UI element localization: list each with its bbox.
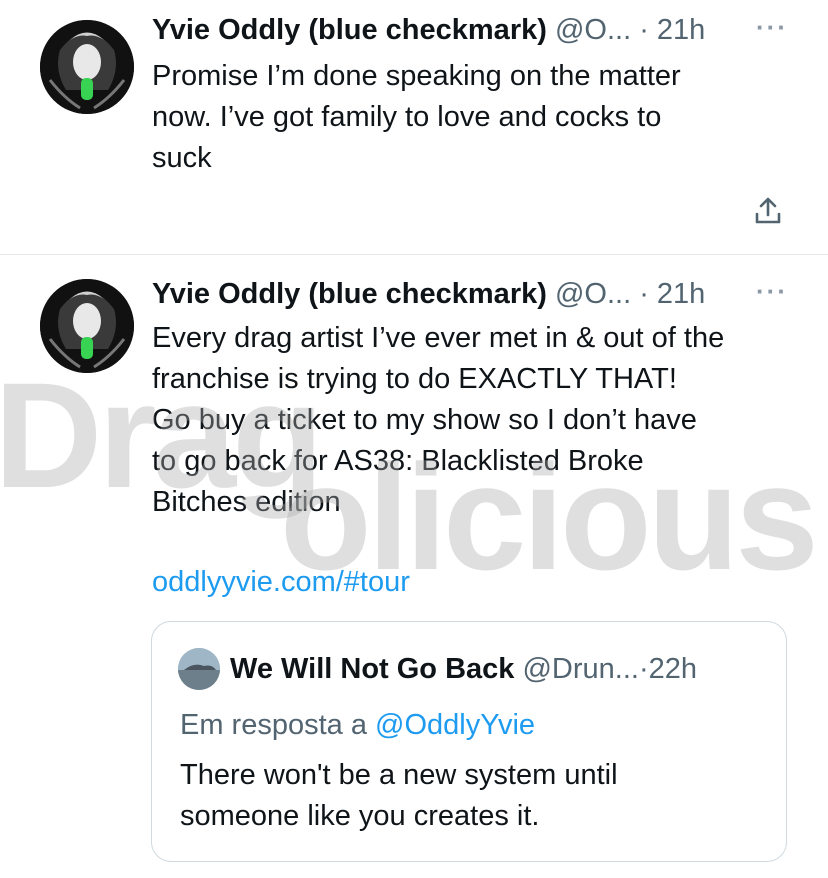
share-icon[interactable]: [752, 195, 784, 227]
timestamp[interactable]: 21h: [657, 14, 705, 46]
separator-dot: ·: [638, 653, 649, 685]
author-handle[interactable]: @O...: [555, 278, 631, 310]
more-options-icon[interactable]: ···: [756, 12, 788, 42]
quoted-avatar[interactable]: [178, 648, 220, 690]
author-handle[interactable]: @O...: [555, 14, 631, 46]
reply-mention-link[interactable]: @OddlyYvie: [375, 709, 535, 741]
quoted-avatar-image: [178, 648, 220, 690]
reply-context: Em resposta a @OddlyYvie: [180, 707, 535, 743]
quoted-tweet[interactable]: We Will Not Go Back @Drun...·22h Em resp…: [151, 621, 787, 862]
avatar[interactable]: [40, 279, 134, 373]
tweet-text: Every drag artist I’ve ever met in & out…: [152, 322, 725, 518]
tour-link[interactable]: oddlyyvie.com/#tour: [152, 562, 410, 603]
avatar[interactable]: [40, 20, 134, 114]
separator-dot: ·: [639, 14, 649, 46]
tweet[interactable]: Yvie Oddly (blue checkmark) @O... · 21h …: [0, 255, 828, 878]
author-name[interactable]: Yvie Oddly (blue checkmark): [152, 278, 547, 310]
tweet[interactable]: Yvie Oddly (blue checkmark) @O... · 21h …: [0, 0, 828, 254]
avatar-image: [40, 279, 134, 373]
quoted-timestamp[interactable]: 22h: [649, 653, 697, 685]
avatar-image: [40, 20, 134, 114]
timestamp[interactable]: 21h: [657, 278, 705, 310]
tweet-header: Yvie Oddly (blue checkmark) @O... · 21h …: [152, 12, 788, 48]
tweet-header: Yvie Oddly (blue checkmark) @O... · 21h …: [152, 276, 788, 312]
quoted-author-handle[interactable]: @Drun...: [522, 653, 638, 685]
more-options-icon[interactable]: ···: [756, 276, 788, 306]
author-name[interactable]: Yvie Oddly (blue checkmark): [152, 14, 547, 46]
quoted-header: We Will Not Go Back @Drun...·22h: [230, 651, 697, 687]
reply-prefix: Em resposta a: [180, 709, 367, 741]
separator-dot: ·: [639, 278, 649, 310]
quoted-author-name[interactable]: We Will Not Go Back: [230, 653, 514, 685]
tweet-text: Promise I’m done speaking on the matter …: [152, 60, 681, 174]
quoted-text: There won't be a new system until someon…: [180, 759, 618, 832]
